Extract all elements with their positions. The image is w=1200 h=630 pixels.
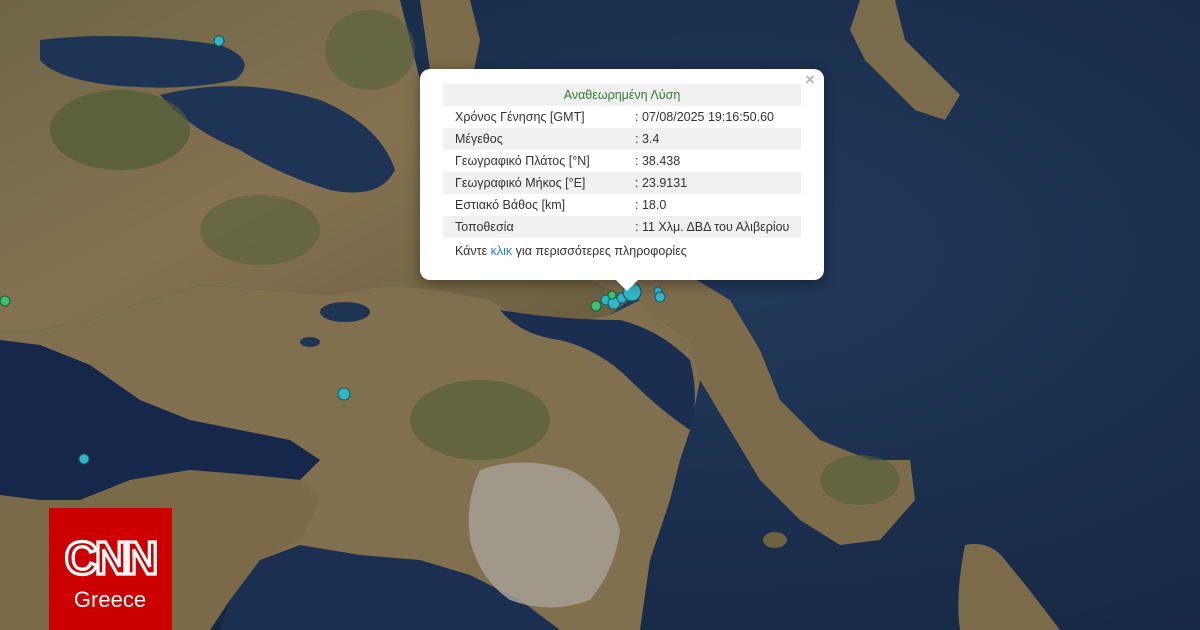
depth-label: Εστιακό Βάθος [km] [455,198,566,212]
earthquake-marker[interactable] [337,387,351,401]
earthquake-marker[interactable] [78,453,90,465]
earthquake-info-table: Αναθεωρημένη Λύση Χρόνος Γένησης [GMT] :… [443,84,801,238]
more-info-suffix: για περισσότερες πληροφορίες [512,244,687,258]
location-value: : 11 Χλμ. ΔΒΔ του Αλιβερίου [619,216,801,238]
popup-title: Αναθεωρημένη Λύση [443,84,801,106]
origin-time-value: : 07/08/2025 19:16:50.60 [635,110,775,124]
more-info-prefix: Κάντε [455,244,491,258]
vegetation-patch [50,90,190,170]
latitude-label: Γεωγραφικό Πλάτος [°N] [455,154,590,168]
earthquake-marker[interactable] [590,300,602,312]
more-info-link[interactable]: κλικ [491,244,513,258]
vegetation-patch [410,380,550,460]
vegetation-patch [325,10,415,90]
earthquake-marker[interactable] [0,295,11,307]
table-row: Τοποθεσία : 11 Χλμ. ΔΒΔ του Αλιβερίου [443,216,801,238]
magnitude-label: Μέγεθος [443,128,619,150]
vegetation-patch [200,195,320,265]
longitude-value: : 23.9131 [619,172,801,194]
cnn-logo-mark: CNN Greece [63,530,161,612]
earthquake-popup: × Αναθεωρημένη Λύση Χρόνος Γένησης [GMT]… [420,69,824,280]
location-label: Τοποθεσία [443,216,619,238]
latitude-value: : 38.438 [635,154,681,168]
cnn-greece-logo: CNN Greece [49,508,172,630]
longitude-label: Γεωγραφικό Μήκος [°E] [443,172,619,194]
lake-paralimni [300,337,320,347]
table-row: Χρόνος Γένησης [GMT] : 07/08/2025 19:16:… [443,106,801,128]
table-row: Γεωγραφικό Πλάτος [°N] : 38.438 [443,150,801,172]
table-row: Γεωγραφικό Μήκος [°E] : 23.9131 [443,172,801,194]
earthquake-marker[interactable] [607,290,617,300]
popup-tip [615,279,639,291]
magnitude-value: : 3.4 [619,128,801,150]
depth-value: : 18.0 [635,198,667,212]
vegetation-patch [820,455,900,505]
table-row: Εστιακό Βάθος [km] : 18.0 [443,194,801,216]
more-info-text: Κάντε κλικ για περισσότερες πληροφορίες [455,244,687,258]
logo-edition: Greece [74,587,146,612]
logo-brand: CNN [65,532,156,584]
land-islet [763,532,787,548]
lake-yliki [320,302,370,322]
earthquake-marker[interactable] [213,35,225,47]
earthquake-marker[interactable] [654,291,666,303]
table-row: Μέγεθος : 3.4 [443,128,801,150]
popup-title-row: Αναθεωρημένη Λύση [443,84,801,106]
close-icon[interactable]: × [802,71,818,88]
origin-time-label: Χρόνος Γένησης [GMT] [455,110,585,124]
